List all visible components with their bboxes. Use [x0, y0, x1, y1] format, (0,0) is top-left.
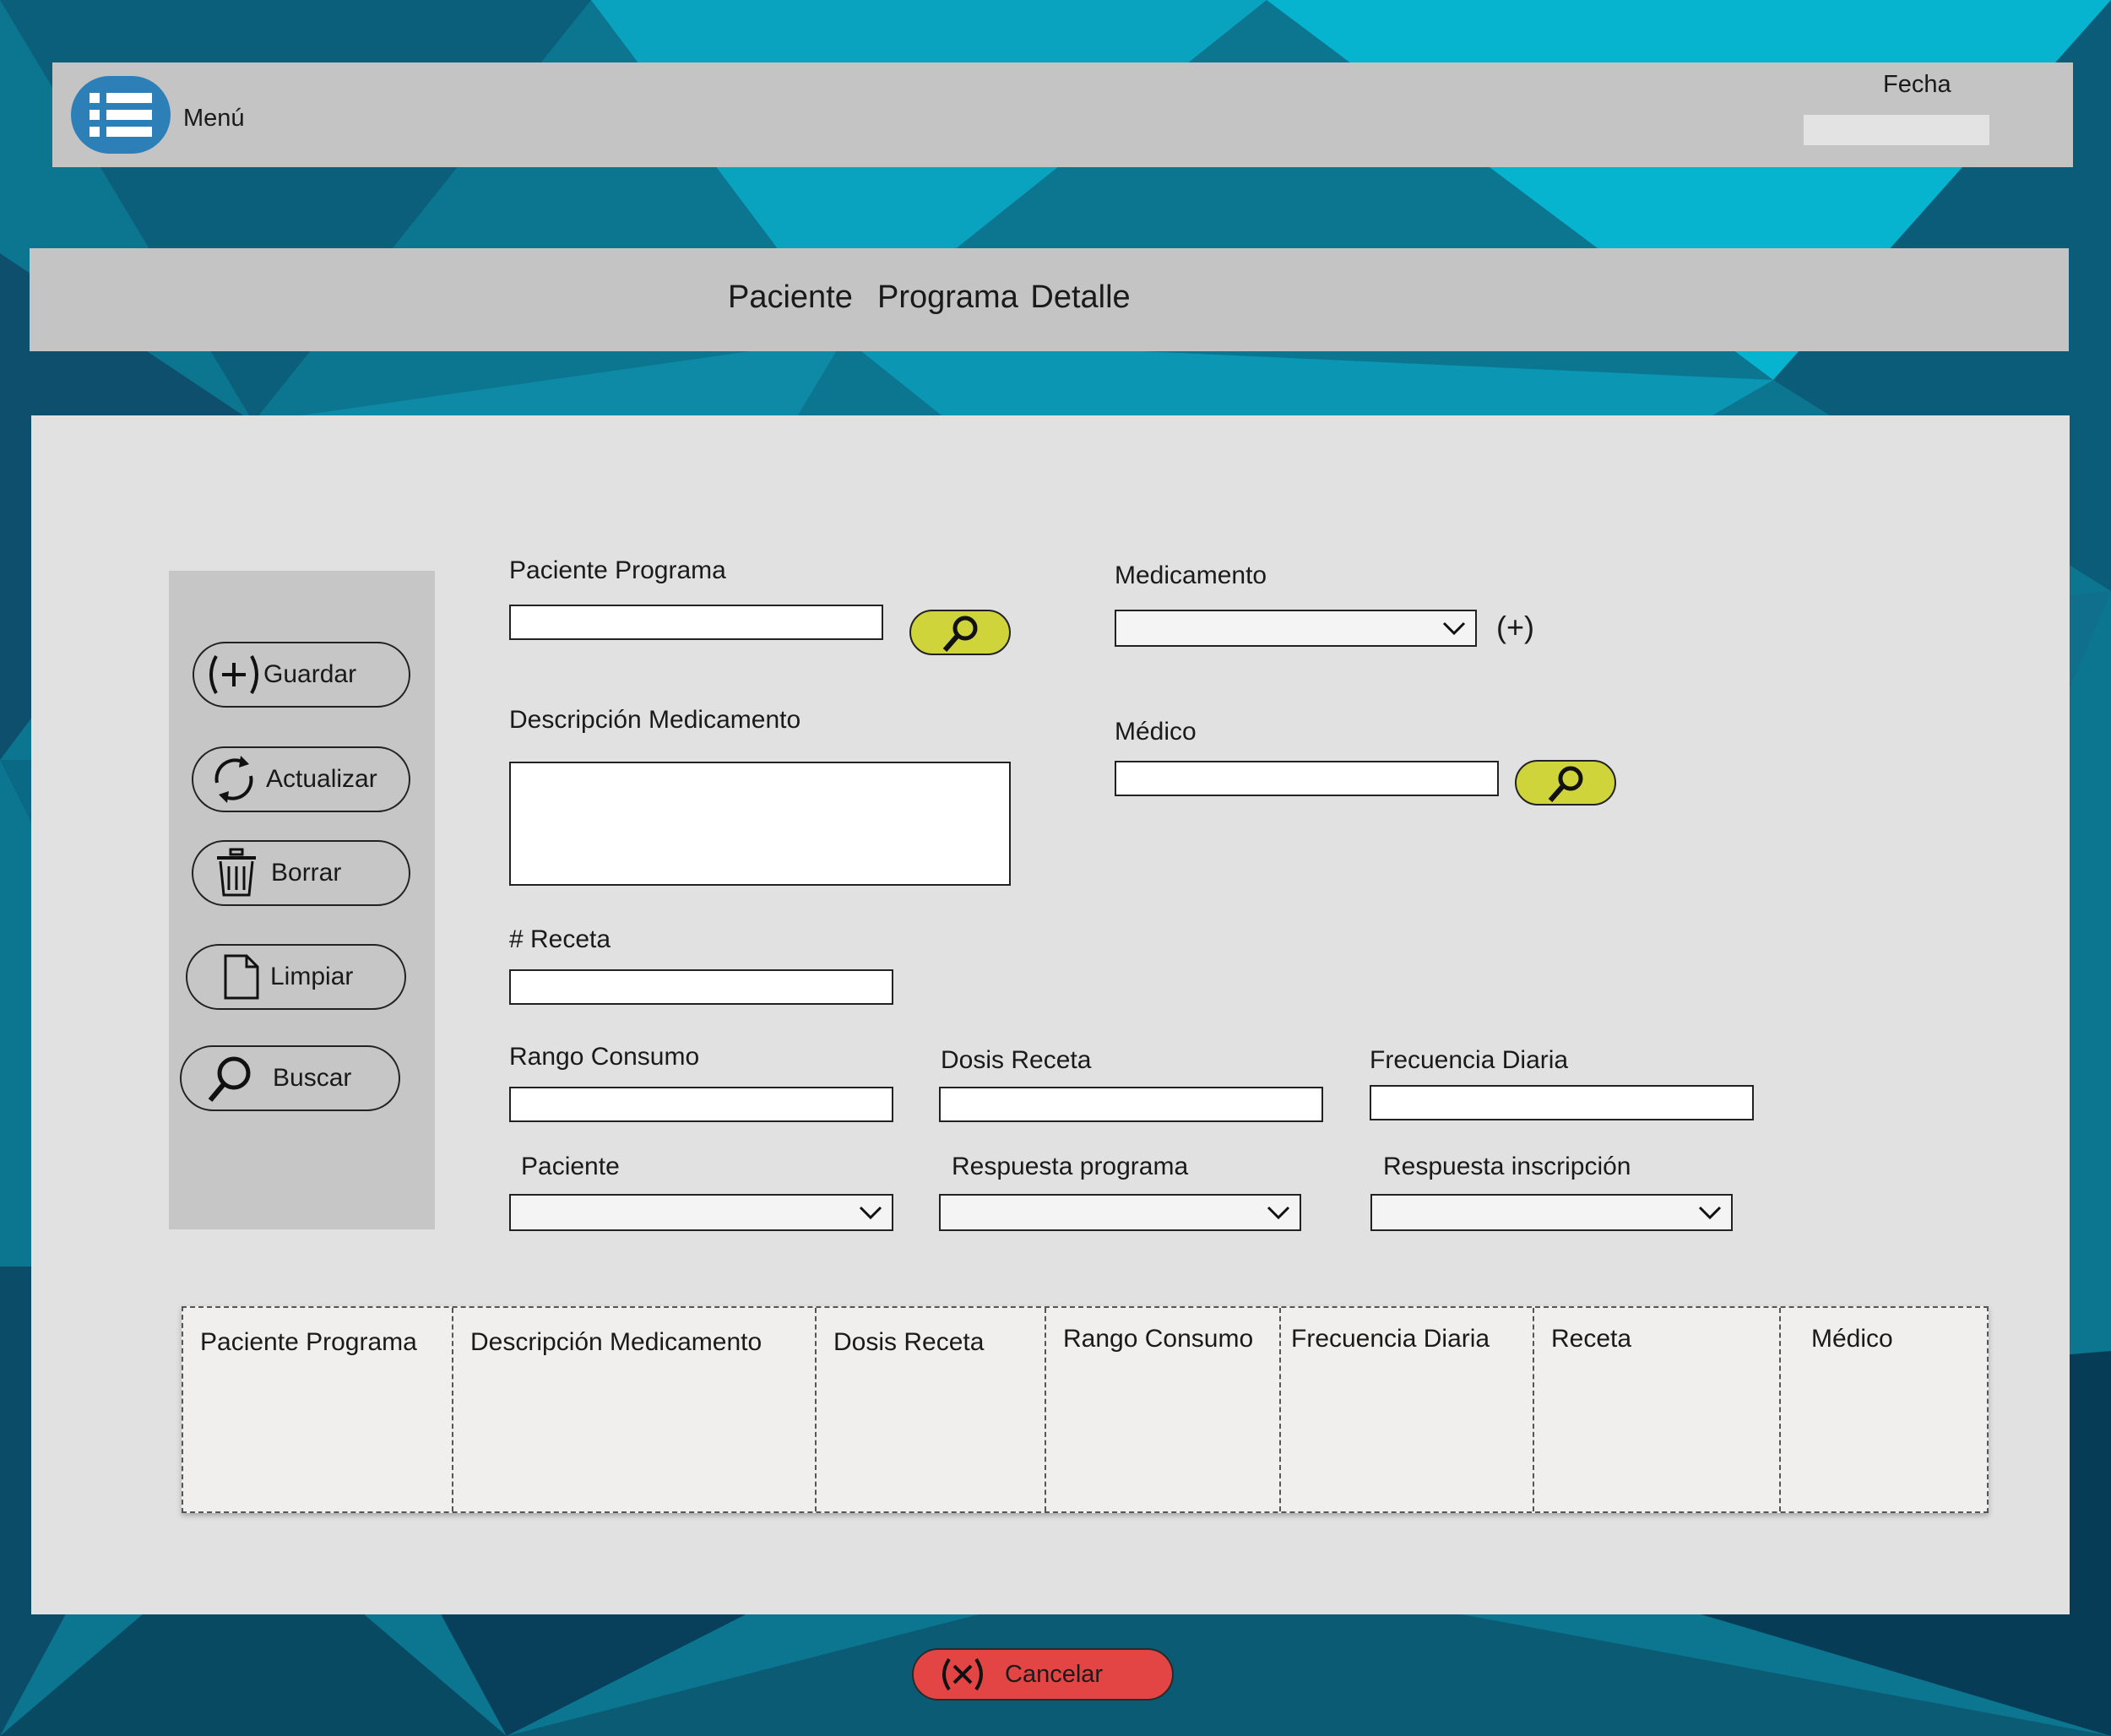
paciente-label: Paciente	[521, 1153, 620, 1180]
chevron-down-icon	[1442, 621, 1466, 636]
descripcion-textarea[interactable]	[509, 762, 1011, 886]
table-header: Descripción Medicamento	[453, 1308, 817, 1511]
table-header: Dosis Receta	[817, 1308, 1046, 1511]
magnifier-icon	[207, 1053, 254, 1104]
respuesta-inscripcion-select[interactable]	[1370, 1194, 1733, 1231]
table-header: Receta	[1534, 1308, 1781, 1511]
receta-input[interactable]	[509, 969, 893, 1005]
medico-label: Médico	[1115, 718, 1197, 746]
menu-label: Menú	[183, 105, 245, 132]
medicamento-select[interactable]	[1115, 610, 1477, 647]
limpiar-label: Limpiar	[270, 963, 354, 990]
borrar-button[interactable]: Borrar	[192, 840, 410, 906]
paciente-programa-search-button[interactable]	[909, 610, 1011, 655]
rango-consumo-label: Rango Consumo	[509, 1043, 700, 1071]
add-medicamento-button[interactable]: (+)	[1496, 610, 1534, 645]
refresh-icon	[210, 754, 258, 805]
guardar-button[interactable]: Guardar	[193, 642, 410, 708]
dosis-receta-input[interactable]	[939, 1087, 1323, 1122]
respuesta-programa-select[interactable]	[939, 1194, 1301, 1231]
paciente-programa-label: Paciente Programa	[509, 556, 726, 584]
descripcion-label: Descripción Medicamento	[509, 706, 801, 734]
dosis-receta-label: Dosis Receta	[941, 1046, 1092, 1074]
date-field[interactable]	[1804, 115, 1989, 145]
medico-input[interactable]	[1115, 761, 1499, 796]
medicamento-label: Medicamento	[1115, 561, 1267, 589]
chevron-down-icon	[859, 1206, 882, 1220]
actualizar-button[interactable]: Actualizar	[192, 746, 410, 812]
date-label: Fecha	[1883, 71, 1951, 98]
menu-button[interactable]	[71, 76, 171, 154]
paciente-programa-input[interactable]	[509, 605, 883, 640]
cancelar-button[interactable]: Cancelar	[912, 1648, 1174, 1701]
chevron-down-icon	[1267, 1206, 1290, 1220]
frecuencia-diaria-label: Frecuencia Diaria	[1370, 1046, 1569, 1074]
add-circle-icon	[204, 649, 263, 700]
results-table: Paciente Programa Descripción Medicament…	[182, 1306, 1989, 1513]
buscar-button[interactable]: Buscar	[180, 1045, 400, 1111]
magnifier-icon	[942, 616, 978, 652]
cancelar-label: Cancelar	[1005, 1660, 1104, 1688]
buscar-label: Buscar	[273, 1064, 352, 1092]
actualizar-label: Actualizar	[266, 765, 377, 793]
receta-label: # Receta	[509, 925, 611, 953]
header-bar	[52, 62, 2073, 167]
limpiar-button[interactable]: Limpiar	[186, 944, 406, 1010]
paciente-select[interactable]	[509, 1194, 893, 1231]
guardar-label: Guardar	[263, 660, 357, 688]
page-title: Paciente Programa Detalle	[728, 279, 1131, 315]
trash-icon	[215, 848, 258, 898]
rango-consumo-input[interactable]	[509, 1087, 893, 1122]
list-menu-icon	[90, 93, 152, 137]
table-header: Médico	[1811, 1325, 1893, 1353]
medico-search-button[interactable]	[1515, 760, 1616, 806]
blank-document-icon	[223, 953, 260, 1001]
close-circle-icon	[939, 1656, 986, 1693]
respuesta-programa-label: Respuesta programa	[952, 1153, 1189, 1180]
table-header: Paciente Programa	[183, 1308, 453, 1511]
respuesta-inscripcion-label: Respuesta inscripción	[1383, 1153, 1631, 1180]
chevron-down-icon	[1698, 1206, 1722, 1220]
magnifier-icon	[1548, 766, 1583, 802]
table-header: Rango Consumo	[1046, 1308, 1281, 1511]
frecuencia-diaria-input[interactable]	[1370, 1085, 1754, 1120]
table-header: Frecuencia Diaria	[1281, 1308, 1534, 1511]
borrar-label: Borrar	[271, 859, 342, 887]
